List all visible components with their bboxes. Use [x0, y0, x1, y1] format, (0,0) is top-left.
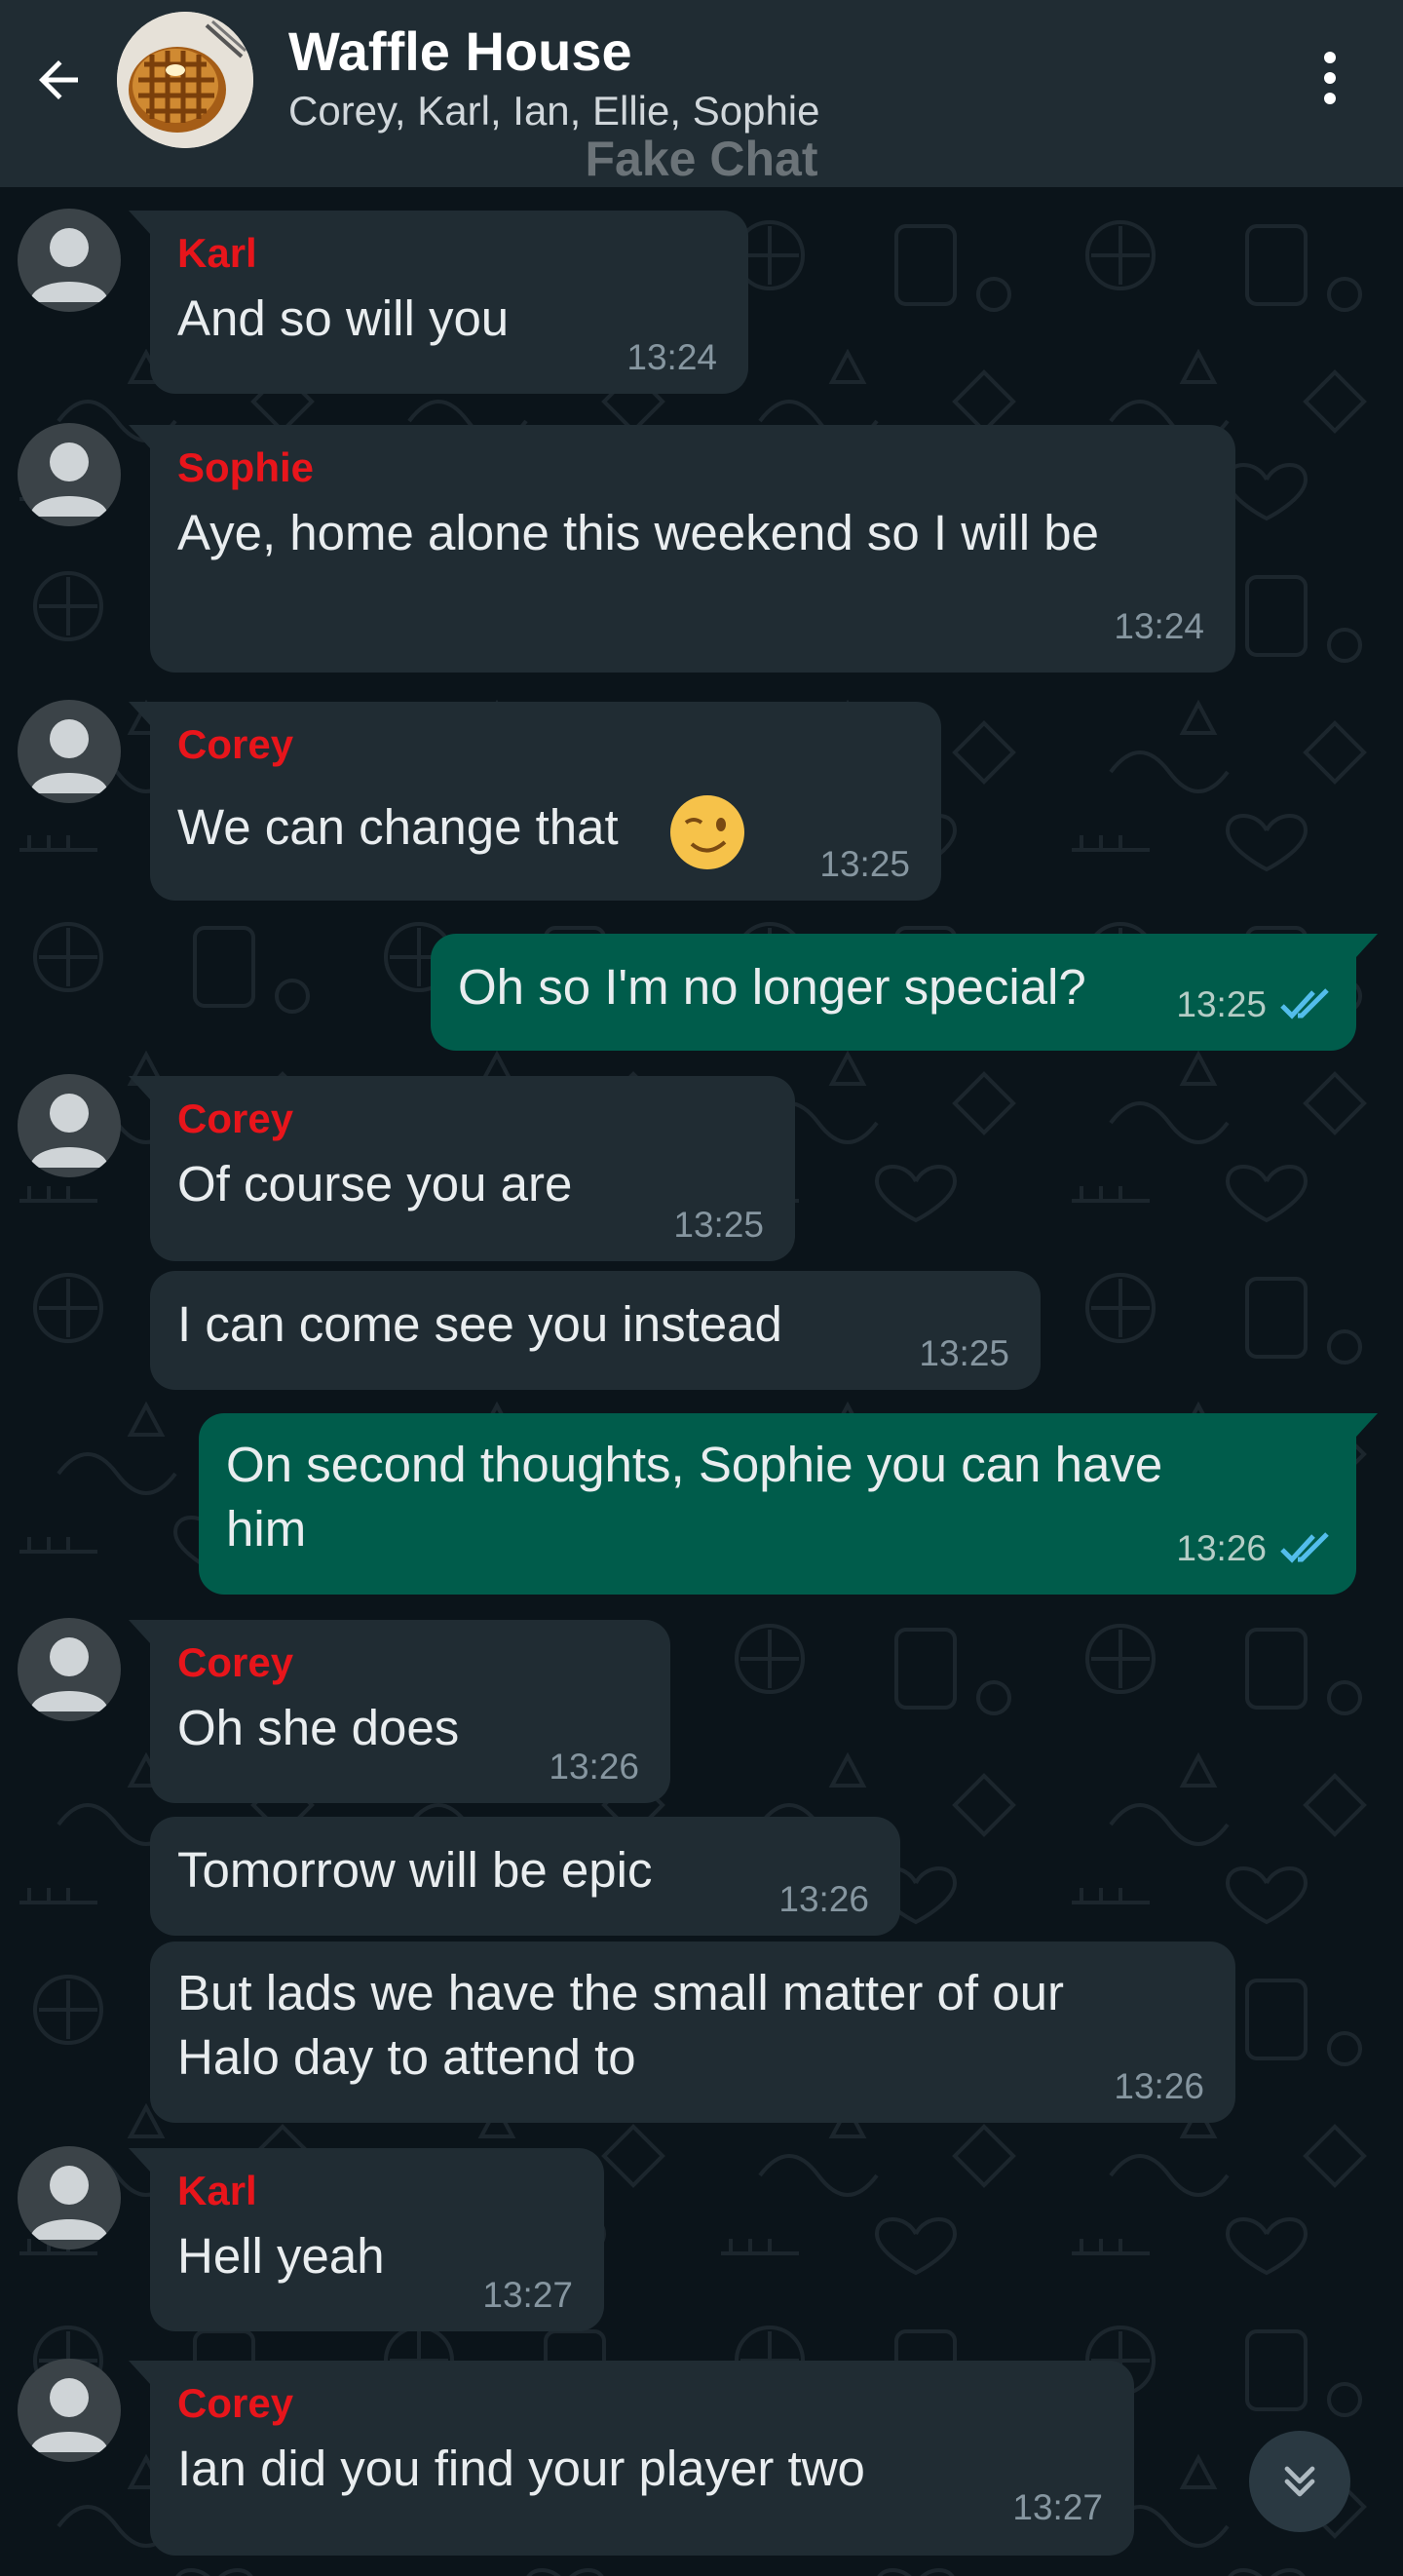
- chat-title[interactable]: Waffle House: [288, 19, 632, 83]
- scroll-to-bottom-button[interactable]: [1249, 2431, 1350, 2532]
- message-bubble[interactable]: Sophie Aye, home alone this weekend so I…: [129, 425, 1235, 673]
- message-text: And so will you: [177, 290, 510, 346]
- message-text: We can change that: [177, 799, 619, 855]
- back-button[interactable]: [21, 43, 95, 117]
- message-time: 13:24: [626, 337, 717, 377]
- fake-chat-watermark: Fake Chat: [585, 132, 818, 186]
- message-time: 13:25: [819, 844, 910, 884]
- message-time: 13:27: [1012, 2487, 1103, 2527]
- avatar[interactable]: [18, 1618, 121, 1721]
- message-bubble[interactable]: Corey We can change that 13:25: [129, 702, 941, 901]
- default-user-avatar: [30, 2166, 108, 2240]
- default-user-avatar: [30, 228, 108, 302]
- avatar[interactable]: [18, 423, 121, 526]
- default-user-avatar: [30, 442, 108, 517]
- message-bubble[interactable]: Corey Ian did you find your player two 1…: [129, 2361, 1134, 2556]
- message-time: 13:26: [1114, 2066, 1204, 2106]
- message-bubble[interactable]: But lads we have the small matter of our…: [150, 1942, 1235, 2123]
- message-time: 13:24: [1114, 606, 1204, 646]
- message-bubble[interactable]: Corey Of course you are 13:25: [129, 1076, 795, 1261]
- message-text: him: [226, 1501, 307, 1557]
- message-time: 13:27: [482, 2275, 573, 2315]
- message-bubble[interactable]: Karl Hell yeah 13:27: [129, 2148, 604, 2331]
- message-text: Ian did you find your player two: [177, 2441, 865, 2496]
- avatar[interactable]: [18, 209, 121, 312]
- sender-name[interactable]: Corey: [177, 721, 293, 768]
- message-text: Oh she does: [177, 1700, 460, 1755]
- message-text: I can come see you instead: [177, 1296, 782, 1352]
- sender-name[interactable]: Sophie: [177, 444, 314, 491]
- message-time: 13:26: [1176, 1528, 1267, 1568]
- message-text: Tomorrow will be epic: [177, 1842, 653, 1898]
- message-bubble-outgoing[interactable]: On second thoughts, Sophie you can have …: [199, 1413, 1378, 1595]
- chevron-double-down-icon: [1284, 2466, 1315, 2497]
- default-user-avatar: [30, 1094, 108, 1168]
- message-bubble[interactable]: Corey Oh she does 13:26: [129, 1620, 670, 1803]
- message-bubble[interactable]: Tomorrow will be epic 13:26: [150, 1817, 900, 1936]
- message-text: On second thoughts, Sophie you can have: [226, 1437, 1163, 1492]
- message-list[interactable]: Karl And so will you 13:24 Sophie Aye, h…: [0, 187, 1403, 2576]
- message-time: 13:25: [919, 1333, 1009, 1373]
- message-time: 13:26: [549, 1747, 639, 1787]
- message-text: Oh so I'm no longer special?: [458, 959, 1086, 1015]
- message-text: Hell yeah: [177, 2228, 385, 2284]
- message-text: Aye, home alone this weekend so I will b…: [177, 505, 1099, 560]
- waffle-group-avatar: [117, 12, 253, 148]
- chat-participants[interactable]: Corey, Karl, Ian, Ellie, Sophie: [288, 88, 820, 135]
- arrow-left-icon: [39, 60, 78, 99]
- sender-name[interactable]: Karl: [177, 2168, 257, 2214]
- more-vert-icon: [1324, 52, 1336, 63]
- sender-name[interactable]: Corey: [177, 2380, 293, 2427]
- avatar[interactable]: [18, 700, 121, 803]
- message-bubble[interactable]: Karl And so will you 13:24: [129, 211, 748, 394]
- winking-face-emoji-icon: [670, 795, 744, 869]
- message-text: Halo day to attend to: [177, 2029, 636, 2085]
- avatar[interactable]: [18, 2359, 121, 2462]
- more-options-button[interactable]: [1296, 39, 1364, 117]
- message-text: Of course you are: [177, 1156, 573, 1211]
- sender-name[interactable]: Karl: [177, 230, 257, 277]
- sender-name[interactable]: Corey: [177, 1096, 293, 1142]
- sender-name[interactable]: Corey: [177, 1639, 293, 1686]
- avatar[interactable]: [18, 1074, 121, 1177]
- message-time: 13:26: [778, 1879, 869, 1919]
- default-user-avatar: [30, 719, 108, 793]
- double-check-icon: [1280, 988, 1329, 1019]
- group-avatar[interactable]: [117, 12, 253, 148]
- message-text: But lads we have the small matter of our: [177, 1965, 1064, 2020]
- double-check-icon: [1280, 1532, 1329, 1563]
- message-time: 13:25: [1176, 984, 1267, 1024]
- message-time: 13:25: [673, 1205, 764, 1245]
- message-bubble-outgoing[interactable]: Oh so I'm no longer special? 13:25: [431, 934, 1378, 1051]
- message-bubble[interactable]: I can come see you instead 13:25: [150, 1271, 1041, 1390]
- default-user-avatar: [30, 1637, 108, 1711]
- default-user-avatar: [30, 2378, 108, 2452]
- avatar[interactable]: [18, 2146, 121, 2249]
